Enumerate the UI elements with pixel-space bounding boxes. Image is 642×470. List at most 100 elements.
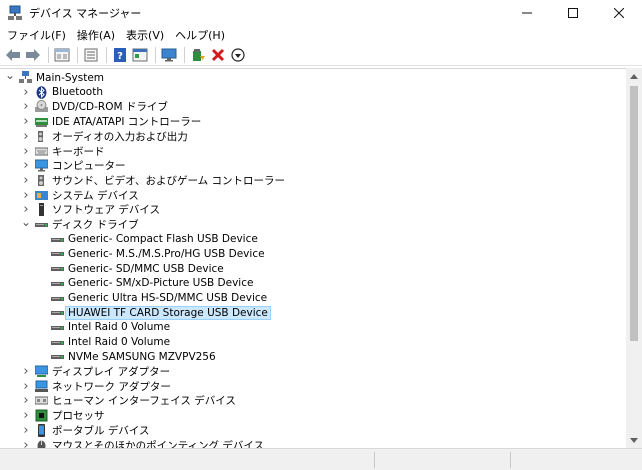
expand-chevron-icon[interactable]: › — [21, 423, 31, 438]
disk-device-item[interactable]: Generic- Compact Flash USB Device — [37, 232, 258, 247]
forward-button[interactable] — [24, 46, 42, 64]
uninstall-icon — [211, 48, 225, 61]
tree-category[interactable]: ⌄ ディスク ドライブ — [21, 215, 139, 232]
expand-chevron-icon[interactable]: › — [21, 85, 31, 100]
expand-chevron-icon[interactable]: › — [21, 438, 31, 449]
help-button[interactable]: ? — [111, 46, 129, 64]
expand-chevron-icon[interactable]: › — [21, 364, 31, 379]
scroll-down-arrow[interactable] — [626, 432, 642, 448]
tree-item-label: システム デバイス — [52, 189, 139, 202]
tree-category[interactable]: › ディスプレイ アダプター — [21, 364, 170, 379]
disk-drive-icon — [51, 277, 64, 290]
tree-category[interactable]: › オーディオの入力および出力 — [21, 129, 187, 144]
disk-device-item[interactable]: Generic- M.S./M.S.Pro/HG USB Device — [37, 246, 265, 261]
tree-category[interactable]: › コンピューター — [21, 158, 125, 173]
menu-help[interactable]: ヘルプ(H) — [170, 27, 231, 43]
maximize-button[interactable] — [550, 0, 596, 26]
tree-category[interactable]: › ポータブル デバイス — [21, 423, 149, 438]
disk-device-item[interactable]: NVMe SAMSUNG MZVPV256 — [37, 349, 216, 364]
disk-device-item[interactable]: Intel Raid 0 Volume — [37, 335, 170, 350]
back-button[interactable] — [4, 46, 22, 64]
disk-device-item[interactable]: Generic- SD/MMC USB Device — [37, 261, 224, 276]
uninstall-button[interactable] — [209, 46, 227, 64]
expand-chevron-icon[interactable]: › — [21, 408, 31, 423]
tree-item-label: IDE ATA/ATAPI コントローラー — [52, 116, 202, 129]
tree-item-label: NVMe SAMSUNG MZVPV256 — [68, 350, 216, 363]
update-driver-icon — [193, 48, 205, 61]
properties-button[interactable] — [53, 46, 71, 64]
forward-arrow-icon — [26, 48, 40, 61]
expand-chevron-icon[interactable]: › — [21, 114, 31, 129]
minimize-button[interactable] — [504, 0, 550, 26]
collapse-chevron-icon[interactable]: ⌄ — [5, 69, 15, 83]
download-icon — [231, 47, 245, 62]
disk-drive-icon — [51, 306, 64, 319]
window-title: デバイス マネージャー — [29, 7, 142, 20]
scan-hardware-button[interactable] — [160, 46, 178, 64]
list-view-button[interactable] — [82, 46, 100, 64]
tree-item-label: ネットワーク アダプター — [52, 380, 171, 393]
tree-category[interactable]: › システム デバイス — [21, 188, 139, 203]
tree-item-label: ヒューマン インターフェイス デバイス — [52, 395, 236, 408]
scroll-thumb[interactable] — [630, 86, 638, 341]
status-divider — [374, 452, 375, 468]
disk-drive-icon — [51, 321, 64, 334]
tree-root[interactable]: ⌄ Main-System — [5, 69, 104, 85]
disk-device-item[interactable]: Generic Ultra HS-SD/MMC USB Device — [37, 291, 267, 306]
disk-drive-icon — [51, 292, 64, 305]
disk-device-item[interactable]: HUAWEI TF CARD Storage USB Device — [37, 305, 271, 320]
details-button[interactable] — [131, 46, 149, 64]
expand-chevron-icon[interactable]: › — [21, 393, 31, 408]
disk-drive-icon — [51, 350, 64, 363]
details-icon — [132, 48, 148, 61]
disk-drive-icon — [51, 247, 64, 260]
scroll-up-arrow[interactable] — [626, 68, 642, 84]
update-driver-button[interactable] — [189, 46, 207, 64]
tree-category[interactable]: › ネットワーク アダプター — [21, 379, 171, 394]
download-button[interactable] — [229, 46, 247, 64]
network-adapter-icon — [35, 380, 48, 393]
tree-item-label: ディスプレイ アダプター — [52, 366, 171, 378]
tree-category[interactable]: › マウスとそのほかのポインティング デバイス — [21, 438, 264, 449]
close-icon — [614, 8, 624, 18]
disk-device-item[interactable]: Generic- SM/xD-Picture USB Device — [37, 276, 253, 291]
expand-chevron-icon[interactable]: › — [21, 99, 31, 114]
disk-device-item[interactable]: Intel Raid 0 Volume — [37, 320, 170, 335]
expand-chevron-icon[interactable]: › — [21, 173, 31, 188]
tree-category[interactable]: › キーボード — [21, 144, 104, 159]
tree-category[interactable]: › プロセッサ — [21, 408, 105, 423]
menu-view[interactable]: 表示(V) — [121, 27, 170, 43]
maximize-icon — [568, 8, 578, 18]
menu-file[interactable]: ファイル(F) — [2, 27, 72, 43]
display-adapter-icon — [34, 365, 49, 378]
tree-category[interactable]: › Bluetooth — [21, 85, 103, 100]
tree-item-label: Generic Ultra HS-SD/MMC USB Device — [68, 292, 268, 304]
expand-chevron-icon[interactable]: › — [21, 129, 31, 144]
sound-icon — [35, 174, 48, 187]
vertical-scrollbar[interactable] — [626, 68, 642, 448]
collapse-chevron-icon[interactable]: ⌄ — [21, 215, 31, 230]
computer-icon — [34, 159, 49, 172]
menu-action[interactable]: 操作(A) — [72, 27, 121, 43]
device-tree[interactable]: ⌄ Main-System › Bluetooth › DVD/CD-ROM ドライブ › I… — [0, 68, 626, 448]
audio-io-icon — [35, 130, 48, 143]
tree-category[interactable]: › ソフトウェア デバイス — [21, 202, 160, 217]
tree-category[interactable]: › DVD/CD-ROM ドライブ — [21, 99, 167, 114]
device-manager-icon — [7, 5, 23, 21]
close-button[interactable] — [596, 0, 642, 26]
tree-category[interactable]: › ヒューマン インターフェイス デバイス — [21, 393, 236, 408]
expand-chevron-icon[interactable]: › — [21, 144, 31, 159]
tree-category[interactable]: › IDE ATA/ATAPI コントローラー — [21, 114, 201, 129]
dvd-drive-icon — [35, 100, 48, 113]
expand-chevron-icon[interactable]: › — [21, 158, 31, 173]
expand-chevron-icon[interactable]: › — [21, 379, 31, 394]
expand-chevron-icon[interactable]: › — [21, 188, 31, 203]
tree-category[interactable]: › サウンド、ビデオ、およびゲーム コントローラー — [21, 173, 285, 188]
tree-item-label: プロセッサ — [52, 410, 105, 423]
